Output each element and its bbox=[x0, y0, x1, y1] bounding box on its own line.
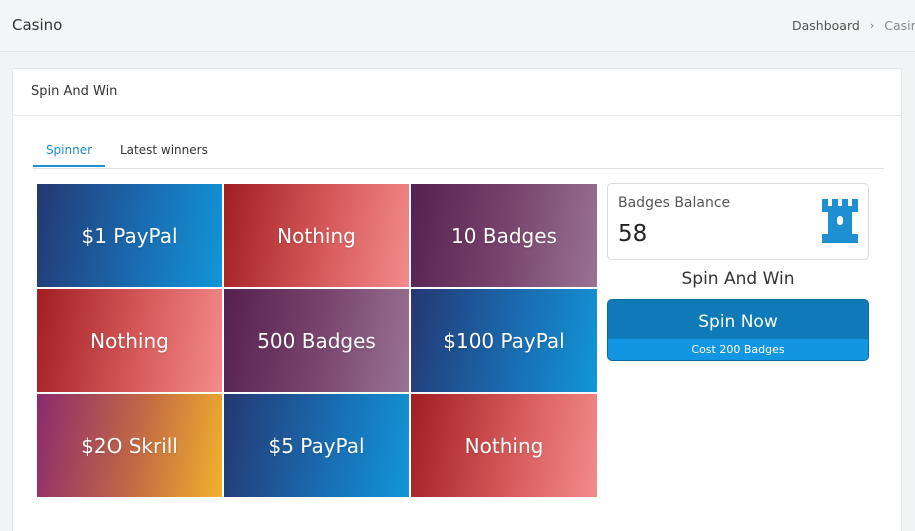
spin-button-label: Spin Now bbox=[698, 312, 778, 332]
tab-spinner[interactable]: Spinner bbox=[33, 143, 105, 167]
balance-label: Badges Balance bbox=[618, 195, 731, 211]
chevron-right-icon: › bbox=[869, 19, 875, 32]
prize-cell: 500 Badges bbox=[224, 289, 409, 392]
spin-card: Spin And Win Spinner Latest winners $1 P… bbox=[12, 68, 902, 531]
breadcrumb-dashboard-link[interactable]: Dashboard bbox=[792, 18, 860, 33]
castle-icon bbox=[822, 199, 858, 243]
prize-cell: $2O Skrill bbox=[37, 394, 222, 497]
tab-latest-winners[interactable]: Latest winners bbox=[120, 143, 208, 165]
balance-value: 58 bbox=[618, 221, 648, 247]
prize-cell: Nothing bbox=[37, 289, 222, 392]
top-bar: Casino Dashboard › Casino bbox=[0, 0, 915, 52]
spinner-grid: $1 PayPal Nothing 10 Badges Nothing 500 … bbox=[37, 184, 597, 498]
prize-cell: 10 Badges bbox=[411, 184, 597, 287]
breadcrumb-current: Casino bbox=[884, 18, 915, 33]
tab-bar: Spinner Latest winners bbox=[33, 135, 884, 169]
prize-cell: Nothing bbox=[224, 184, 409, 287]
prize-cell: $1 PayPal bbox=[37, 184, 222, 287]
prize-cell: $5 PayPal bbox=[224, 394, 409, 497]
spin-cost-label: Cost 200 Badges bbox=[608, 339, 868, 360]
prize-cell: Nothing bbox=[411, 394, 597, 497]
page-title: Casino bbox=[12, 16, 63, 34]
breadcrumb: Dashboard › Casino bbox=[792, 18, 915, 33]
badges-balance-box: Badges Balance 58 bbox=[607, 183, 869, 260]
spin-now-button[interactable]: Spin Now Cost 200 Badges bbox=[607, 299, 869, 361]
prize-cell: $100 PayPal bbox=[411, 289, 597, 392]
card-header: Spin And Win bbox=[13, 69, 901, 116]
spin-heading: Spin And Win bbox=[681, 269, 795, 289]
card-title: Spin And Win bbox=[31, 84, 118, 99]
